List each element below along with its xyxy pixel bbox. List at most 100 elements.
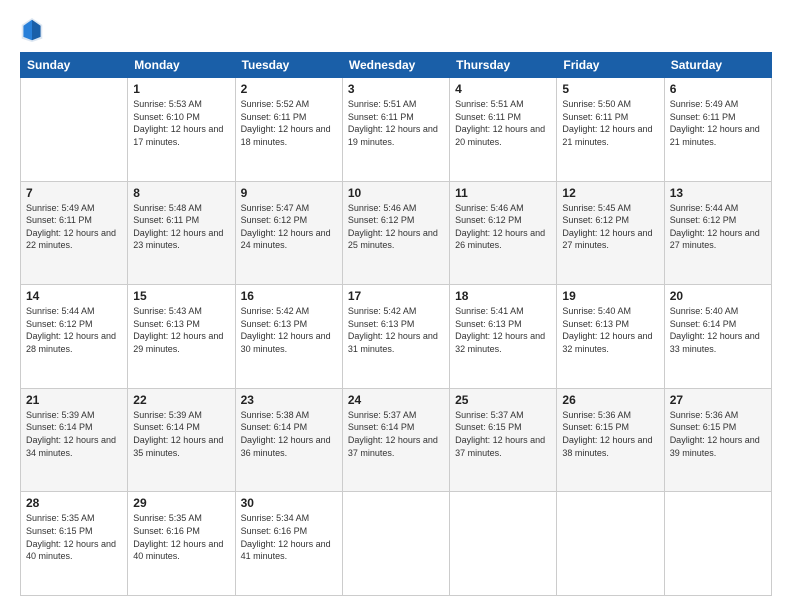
day-number: 19: [562, 289, 658, 303]
calendar-cell: [21, 78, 128, 182]
day-info: Sunrise: 5:39 AMSunset: 6:14 PMDaylight:…: [26, 409, 122, 459]
calendar-cell: 16 Sunrise: 5:42 AMSunset: 6:13 PMDayligh…: [235, 285, 342, 389]
day-number: 21: [26, 393, 122, 407]
calendar-cell: [557, 492, 664, 596]
day-info: Sunrise: 5:34 AMSunset: 6:16 PMDaylight:…: [241, 512, 337, 562]
day-number: 10: [348, 186, 444, 200]
weekday-header-friday: Friday: [557, 53, 664, 78]
calendar-cell: 5 Sunrise: 5:50 AMSunset: 6:11 PMDaylight…: [557, 78, 664, 182]
day-number: 29: [133, 496, 229, 510]
day-info: Sunrise: 5:48 AMSunset: 6:11 PMDaylight:…: [133, 202, 229, 252]
day-info: Sunrise: 5:47 AMSunset: 6:12 PMDaylight:…: [241, 202, 337, 252]
weekday-header-sunday: Sunday: [21, 53, 128, 78]
calendar-cell: 1 Sunrise: 5:53 AMSunset: 6:10 PMDaylight…: [128, 78, 235, 182]
day-number: 4: [455, 82, 551, 96]
day-info: Sunrise: 5:52 AMSunset: 6:11 PMDaylight:…: [241, 98, 337, 148]
day-number: 22: [133, 393, 229, 407]
day-info: Sunrise: 5:41 AMSunset: 6:13 PMDaylight:…: [455, 305, 551, 355]
calendar-cell: 14Sunrise: 5:44 AMSunset: 6:12 PMDayligh…: [21, 285, 128, 389]
calendar-cell: [664, 492, 771, 596]
day-info: Sunrise: 5:49 AMSunset: 6:11 PMDaylight:…: [670, 98, 766, 148]
day-number: 25: [455, 393, 551, 407]
header: [20, 16, 772, 44]
calendar-cell: 24 Sunrise: 5:37 AMSunset: 6:14 PMDayligh…: [342, 388, 449, 492]
day-number: 15: [133, 289, 229, 303]
day-info: Sunrise: 5:45 AMSunset: 6:12 PMDaylight:…: [562, 202, 658, 252]
calendar-cell: 28 Sunrise: 5:35 AMSunset: 6:15 PMDayligh…: [21, 492, 128, 596]
day-number: 28: [26, 496, 122, 510]
day-info: Sunrise: 5:49 AMSunset: 6:11 PMDaylight:…: [26, 202, 122, 252]
calendar-cell: 27Sunrise: 5:36 AMSunset: 6:15 PMDayligh…: [664, 388, 771, 492]
calendar-cell: 26 Sunrise: 5:36 AMSunset: 6:15 PMDayligh…: [557, 388, 664, 492]
day-number: 3: [348, 82, 444, 96]
week-row-4: 21 Sunrise: 5:39 AMSunset: 6:14 PMDayligh…: [21, 388, 772, 492]
page: SundayMondayTuesdayWednesdayThursdayFrid…: [0, 0, 792, 612]
calendar-cell: [342, 492, 449, 596]
day-info: Sunrise: 5:42 AMSunset: 6:13 PMDaylight:…: [241, 305, 337, 355]
week-row-2: 7Sunrise: 5:49 AMSunset: 6:11 PMDaylight…: [21, 181, 772, 285]
calendar-cell: 4 Sunrise: 5:51 AMSunset: 6:11 PMDaylight…: [450, 78, 557, 182]
day-number: 20: [670, 289, 766, 303]
day-number: 5: [562, 82, 658, 96]
day-number: 24: [348, 393, 444, 407]
day-info: Sunrise: 5:38 AMSunset: 6:14 PMDaylight:…: [241, 409, 337, 459]
logo-icon: [20, 16, 44, 44]
logo: [20, 16, 46, 44]
day-info: Sunrise: 5:51 AMSunset: 6:11 PMDaylight:…: [455, 98, 551, 148]
day-number: 13: [670, 186, 766, 200]
calendar-cell: 22 Sunrise: 5:39 AMSunset: 6:14 PMDayligh…: [128, 388, 235, 492]
day-number: 17: [348, 289, 444, 303]
day-info: Sunrise: 5:43 AMSunset: 6:13 PMDaylight:…: [133, 305, 229, 355]
calendar-cell: 17 Sunrise: 5:42 AMSunset: 6:13 PMDayligh…: [342, 285, 449, 389]
calendar-cell: 6 Sunrise: 5:49 AMSunset: 6:11 PMDaylight…: [664, 78, 771, 182]
weekday-header-thursday: Thursday: [450, 53, 557, 78]
day-number: 6: [670, 82, 766, 96]
calendar-cell: 3Sunrise: 5:51 AMSunset: 6:11 PMDaylight…: [342, 78, 449, 182]
day-info: Sunrise: 5:35 AMSunset: 6:15 PMDaylight:…: [26, 512, 122, 562]
calendar-cell: 18 Sunrise: 5:41 AMSunset: 6:13 PMDayligh…: [450, 285, 557, 389]
day-number: 11: [455, 186, 551, 200]
weekday-header-wednesday: Wednesday: [342, 53, 449, 78]
day-number: 27: [670, 393, 766, 407]
calendar-cell: 25 Sunrise: 5:37 AMSunset: 6:15 PMDayligh…: [450, 388, 557, 492]
calendar-cell: 29Sunrise: 5:35 AMSunset: 6:16 PMDayligh…: [128, 492, 235, 596]
day-number: 8: [133, 186, 229, 200]
calendar-cell: 13Sunrise: 5:44 AMSunset: 6:12 PMDayligh…: [664, 181, 771, 285]
calendar-cell: 23Sunrise: 5:38 AMSunset: 6:14 PMDayligh…: [235, 388, 342, 492]
calendar-cell: 21 Sunrise: 5:39 AMSunset: 6:14 PMDayligh…: [21, 388, 128, 492]
day-info: Sunrise: 5:37 AMSunset: 6:15 PMDaylight:…: [455, 409, 551, 459]
calendar-cell: 30 Sunrise: 5:34 AMSunset: 6:16 PMDayligh…: [235, 492, 342, 596]
day-number: 9: [241, 186, 337, 200]
weekday-header-monday: Monday: [128, 53, 235, 78]
day-number: 26: [562, 393, 658, 407]
day-info: Sunrise: 5:39 AMSunset: 6:14 PMDaylight:…: [133, 409, 229, 459]
day-info: Sunrise: 5:53 AMSunset: 6:10 PMDaylight:…: [133, 98, 229, 148]
calendar-cell: 9 Sunrise: 5:47 AMSunset: 6:12 PMDaylight…: [235, 181, 342, 285]
week-row-1: 1 Sunrise: 5:53 AMSunset: 6:10 PMDaylight…: [21, 78, 772, 182]
day-info: Sunrise: 5:46 AMSunset: 6:12 PMDaylight:…: [348, 202, 444, 252]
day-number: 14: [26, 289, 122, 303]
calendar-cell: 2 Sunrise: 5:52 AMSunset: 6:11 PMDaylight…: [235, 78, 342, 182]
day-info: Sunrise: 5:36 AMSunset: 6:15 PMDaylight:…: [562, 409, 658, 459]
calendar-cell: 20 Sunrise: 5:40 AMSunset: 6:14 PMDayligh…: [664, 285, 771, 389]
day-info: Sunrise: 5:40 AMSunset: 6:14 PMDaylight:…: [670, 305, 766, 355]
day-number: 2: [241, 82, 337, 96]
day-number: 30: [241, 496, 337, 510]
day-info: Sunrise: 5:37 AMSunset: 6:14 PMDaylight:…: [348, 409, 444, 459]
calendar-cell: 11 Sunrise: 5:46 AMSunset: 6:12 PMDayligh…: [450, 181, 557, 285]
calendar-cell: 10 Sunrise: 5:46 AMSunset: 6:12 PMDayligh…: [342, 181, 449, 285]
day-number: 1: [133, 82, 229, 96]
day-info: Sunrise: 5:40 AMSunset: 6:13 PMDaylight:…: [562, 305, 658, 355]
day-number: 16: [241, 289, 337, 303]
day-info: Sunrise: 5:46 AMSunset: 6:12 PMDaylight:…: [455, 202, 551, 252]
calendar-cell: 8 Sunrise: 5:48 AMSunset: 6:11 PMDaylight…: [128, 181, 235, 285]
calendar-cell: [450, 492, 557, 596]
day-number: 12: [562, 186, 658, 200]
calendar-cell: 7Sunrise: 5:49 AMSunset: 6:11 PMDaylight…: [21, 181, 128, 285]
day-info: Sunrise: 5:42 AMSunset: 6:13 PMDaylight:…: [348, 305, 444, 355]
calendar-table: SundayMondayTuesdayWednesdayThursdayFrid…: [20, 52, 772, 596]
day-info: Sunrise: 5:50 AMSunset: 6:11 PMDaylight:…: [562, 98, 658, 148]
calendar-cell: 15 Sunrise: 5:43 AMSunset: 6:13 PMDayligh…: [128, 285, 235, 389]
day-number: 18: [455, 289, 551, 303]
calendar-cell: 19 Sunrise: 5:40 AMSunset: 6:13 PMDayligh…: [557, 285, 664, 389]
